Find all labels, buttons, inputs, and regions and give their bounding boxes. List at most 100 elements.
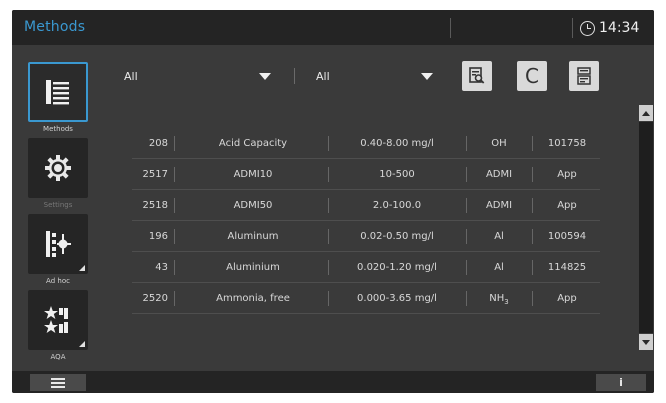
filter-right-value: All (316, 69, 330, 83)
filter-divider (294, 68, 295, 84)
gear-icon (45, 155, 71, 181)
table-row[interactable]: 43 Aluminium 0.020-1.20 mg/l Al 114825 (132, 252, 600, 283)
filter-left-value: All (124, 69, 138, 83)
column-divider (328, 229, 329, 244)
sidebar-item-settings[interactable]: Settings (28, 138, 88, 209)
method-parameter: NH3 (489, 293, 509, 306)
method-parameter: ADMI (485, 169, 513, 180)
method-name: Aluminum (227, 231, 279, 242)
table-row[interactable]: 196 Aluminum 0.02-0.50 mg/l Al 100594 (132, 221, 600, 252)
column-divider (174, 198, 175, 213)
method-name: Ammonia, free (216, 293, 290, 304)
arrow-up-icon (642, 110, 650, 116)
sidebar-item-label: Settings (43, 201, 73, 209)
menu-button[interactable] (30, 374, 86, 391)
submenu-indicator-icon (79, 341, 85, 347)
arrow-down-icon (642, 339, 650, 345)
method-name: Aluminium (226, 262, 280, 273)
hamburger-icon (51, 377, 65, 380)
scrollbar-track[interactable] (639, 122, 653, 333)
footer-bar: i (12, 371, 654, 393)
method-id: 2520 (142, 293, 168, 304)
table-row[interactable]: 2520 Ammonia, free 0.000-3.65 mg/l NH3 A… (132, 283, 600, 314)
sidebar-item-aqa[interactable]: AQA (28, 290, 88, 361)
column-divider (466, 260, 467, 275)
method-range: 10-500 (379, 169, 415, 180)
method-id: 43 (155, 262, 168, 273)
method-range: 0.40-8.00 mg/l (360, 138, 434, 149)
method-info-icon (577, 67, 591, 85)
sidebar-item-label: Ad hoc (46, 277, 70, 285)
method-parameter: ADMI (485, 200, 513, 211)
column-divider (174, 260, 175, 275)
chevron-down-icon (420, 72, 433, 80)
ad-hoc-button[interactable] (28, 214, 88, 274)
method-reference: 100594 (547, 231, 587, 242)
column-divider (174, 136, 175, 151)
table-row[interactable]: 2517 ADMI10 10-500 ADMI App (132, 159, 600, 190)
method-range: 2.0-100.0 (372, 200, 422, 211)
header-bar: Methods 14:34 (12, 10, 654, 45)
column-divider (174, 167, 175, 182)
device-screen: Methods 14:34 Methods Settings Ad hoc AQ… (12, 10, 654, 393)
column-divider (532, 229, 533, 244)
column-divider (466, 291, 467, 306)
column-divider (466, 198, 467, 213)
method-name: ADMI50 (233, 200, 273, 211)
method-reference: App (557, 169, 577, 180)
method-name: ADMI10 (233, 169, 273, 180)
method-name: Acid Capacity (218, 138, 288, 149)
clock-icon (580, 20, 595, 36)
aqa-button[interactable] (28, 290, 88, 350)
info-button[interactable]: i (596, 374, 646, 391)
sidebar-item-ad-hoc[interactable]: Ad hoc (28, 214, 88, 285)
method-reference: App (557, 293, 577, 304)
column-divider (174, 229, 175, 244)
method-id: 2517 (142, 169, 168, 180)
methods-button[interactable] (28, 62, 88, 122)
info-label: i (619, 376, 623, 389)
methods-table: 208 Acid Capacity 0.40-8.00 mg/l OH 1017… (132, 128, 600, 314)
method-parameter: Al (494, 262, 504, 273)
method-id: 196 (148, 231, 168, 242)
search-document-icon (469, 67, 485, 84)
method-reference: 101758 (547, 138, 587, 149)
filter-dropdown-right[interactable]: All (316, 62, 442, 90)
scroll-down-button[interactable] (639, 334, 653, 350)
column-divider (466, 136, 467, 151)
hamburger-icon (51, 381, 65, 384)
method-id: 2518 (142, 200, 168, 211)
settings-button[interactable] (28, 138, 88, 198)
method-range: 0.02-0.50 mg/l (360, 231, 434, 242)
scroll-up-button[interactable] (639, 105, 653, 121)
clear-label: C (525, 64, 539, 88)
filter-dropdown-left[interactable]: All (124, 62, 288, 90)
column-divider (174, 291, 175, 306)
column-divider (466, 167, 467, 182)
ad-hoc-icon (46, 231, 71, 257)
clock-time: 14:34 (599, 20, 640, 36)
header-divider (450, 18, 451, 38)
aqa-stars-icon (44, 306, 68, 333)
search-button[interactable] (462, 61, 492, 91)
clear-button[interactable]: C (517, 61, 547, 91)
method-id: 208 (148, 138, 168, 149)
page-title: Methods (24, 19, 86, 35)
sidebar-item-methods[interactable]: Methods (28, 62, 88, 133)
hamburger-icon (51, 385, 65, 388)
method-range: 0.020-1.20 mg/l (357, 262, 437, 273)
column-divider (328, 136, 329, 151)
method-range: 0.000-3.65 mg/l (357, 293, 437, 304)
column-divider (328, 291, 329, 306)
method-info-button[interactable] (569, 61, 599, 91)
chevron-down-icon (258, 72, 271, 80)
submenu-indicator-icon (79, 265, 85, 271)
sidebar-item-label: Methods (43, 125, 73, 133)
column-divider (328, 260, 329, 275)
clock: 14:34 (580, 18, 639, 38)
table-row[interactable]: 2518 ADMI50 2.0-100.0 ADMI App (132, 190, 600, 221)
column-divider (328, 198, 329, 213)
sidebar-item-label: AQA (50, 353, 66, 361)
methods-list-icon (46, 80, 69, 105)
table-row[interactable]: 208 Acid Capacity 0.40-8.00 mg/l OH 1017… (132, 128, 600, 159)
